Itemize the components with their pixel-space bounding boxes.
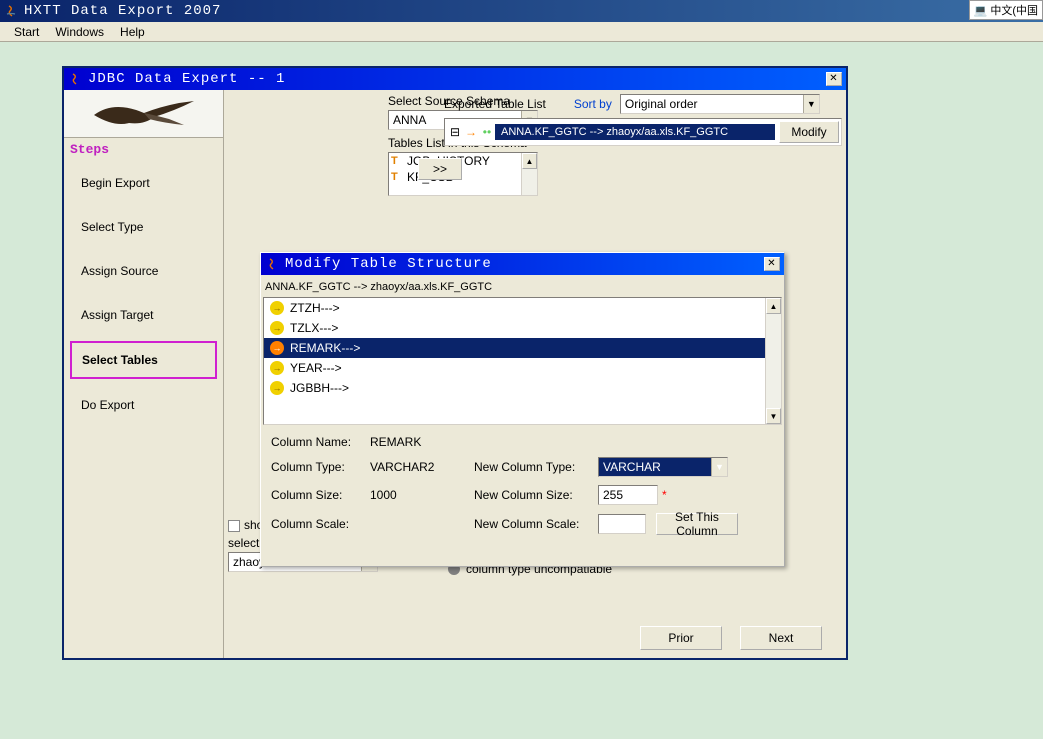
table-icon: T	[391, 155, 403, 167]
close-icon[interactable]: ✕	[764, 257, 780, 271]
col-type-value: VARCHAR2	[370, 460, 470, 474]
arrow-icon: →	[463, 125, 479, 139]
col-name-value: REMARK	[370, 435, 470, 449]
menu-start[interactable]: Start	[6, 23, 47, 41]
scroll-up-icon[interactable]: ▲	[766, 298, 781, 314]
tables-listbox[interactable]: TJOB_HISTORY TKF_CSB ▲	[388, 152, 538, 196]
new-col-type-label: New Column Type:	[474, 460, 594, 474]
sort-by-combo[interactable]: Original order ▼	[620, 94, 820, 114]
exported-list-label: Exported Table List	[444, 97, 546, 111]
new-col-scale-label: New Column Scale:	[474, 517, 594, 531]
column-row[interactable]: →TZLX--->	[264, 318, 781, 338]
column-row[interactable]: →YEAR--->	[264, 358, 781, 378]
app-title: HXTT Data Export 2007	[24, 3, 221, 19]
col-size-label: Column Size:	[271, 488, 366, 502]
steps-sidebar: Steps Begin Export Select Type Assign So…	[64, 90, 224, 658]
show-views-checkbox[interactable]	[228, 520, 240, 532]
modal-title-bar: Modify Table Structure ✕	[261, 253, 784, 275]
inner-title-bar: JDBC Data Expert -- 1 ✕	[64, 68, 846, 90]
app-title-bar: HXTT Data Export 2007	[0, 0, 1043, 22]
chevron-down-icon[interactable]: ▼	[803, 95, 819, 113]
workspace: JDBC Data Expert -- 1 ✕ Steps Begin Expo…	[0, 42, 1043, 739]
list-item[interactable]: TJOB_HISTORY	[389, 153, 537, 169]
scroll-up-icon[interactable]: ▲	[522, 153, 537, 169]
menu-bar: Start Windows Help	[0, 22, 1043, 42]
java-icon	[265, 257, 279, 271]
next-button[interactable]: Next	[740, 626, 822, 650]
column-status-icon: →	[270, 301, 284, 315]
step-assign-target[interactable]: Assign Target	[70, 297, 217, 333]
column-status-icon: →	[270, 361, 284, 375]
close-icon[interactable]: ✕	[826, 72, 842, 86]
export-status-icon: ⊟	[447, 125, 463, 139]
modify-button[interactable]: Modify	[779, 121, 839, 143]
java-icon	[4, 4, 18, 18]
scroll-down-icon[interactable]: ▼	[766, 408, 781, 424]
language-indicator[interactable]: 💻 中文(中国	[969, 0, 1043, 20]
column-row-selected[interactable]: →REMARK--->	[264, 338, 781, 358]
modal-title-text: Modify Table Structure	[285, 256, 492, 272]
new-col-type-combo[interactable]: VARCHAR▼	[598, 457, 728, 477]
export-pane: Exported Table List Sort by Original ord…	[444, 94, 842, 146]
prior-button[interactable]: Prior	[640, 626, 722, 650]
column-form: Column Name: REMARK Column Type: VARCHAR…	[263, 425, 782, 545]
col-scale-label: Column Scale:	[271, 517, 366, 531]
column-status-icon: →	[270, 321, 284, 335]
new-col-size-input[interactable]: 255	[598, 485, 658, 505]
col-size-value: 1000	[370, 488, 470, 502]
list-item[interactable]: TKF_CSB	[389, 169, 537, 185]
new-col-scale-input[interactable]	[598, 514, 646, 534]
col-name-label: Column Name:	[271, 435, 366, 449]
modal-body: ANNA.KF_GGTC --> zhaoyx/aa.xls.KF_GGTC →…	[261, 275, 784, 547]
modify-table-dialog: Modify Table Structure ✕ ANNA.KF_GGTC --…	[260, 252, 785, 567]
dots-icon: ••	[479, 125, 495, 139]
steps-header: Steps	[64, 138, 223, 161]
column-row[interactable]: →ZTZH--->	[264, 298, 781, 318]
step-begin-export[interactable]: Begin Export	[70, 165, 217, 201]
step-do-export[interactable]: Do Export	[70, 387, 217, 423]
menu-help[interactable]: Help	[112, 23, 153, 41]
scrollbar[interactable]: ▲	[521, 153, 537, 195]
step-assign-source[interactable]: Assign Source	[70, 253, 217, 289]
transfer-button-wrap: >>	[418, 158, 462, 180]
modal-subtitle: ANNA.KF_GGTC --> zhaoyx/aa.xls.KF_GGTC	[263, 277, 782, 297]
exported-table-row[interactable]: ⊟ → •• ANNA.KF_GGTC --> zhaoyx/aa.xls.KF…	[444, 118, 842, 146]
eagle-logo	[64, 90, 223, 138]
table-icon: T	[391, 171, 403, 183]
chevron-down-icon[interactable]: ▼	[711, 458, 727, 476]
step-select-type[interactable]: Select Type	[70, 209, 217, 245]
column-status-icon: →	[270, 341, 284, 355]
step-select-tables[interactable]: Select Tables	[70, 341, 217, 379]
column-list[interactable]: →ZTZH---> →TZLX---> →REMARK---> →YEAR---…	[263, 297, 782, 425]
sort-by-label: Sort by	[574, 97, 612, 111]
set-column-button[interactable]: Set This Column	[656, 513, 738, 535]
column-row[interactable]: →JGBBH--->	[264, 378, 781, 398]
inner-title-text: JDBC Data Expert -- 1	[88, 71, 285, 87]
menu-windows[interactable]: Windows	[47, 23, 112, 41]
col-type-label: Column Type:	[271, 460, 366, 474]
transfer-button[interactable]: >>	[418, 158, 462, 180]
column-status-icon: →	[270, 381, 284, 395]
nav-buttons: Prior Next	[640, 626, 822, 650]
java-icon	[68, 72, 82, 86]
exported-table-text: ANNA.KF_GGTC --> zhaoyx/aa.xls.KF_GGTC	[495, 124, 775, 140]
required-star: *	[662, 488, 667, 502]
scrollbar[interactable]: ▲▼	[765, 298, 781, 424]
new-col-size-label: New Column Size:	[474, 488, 594, 502]
